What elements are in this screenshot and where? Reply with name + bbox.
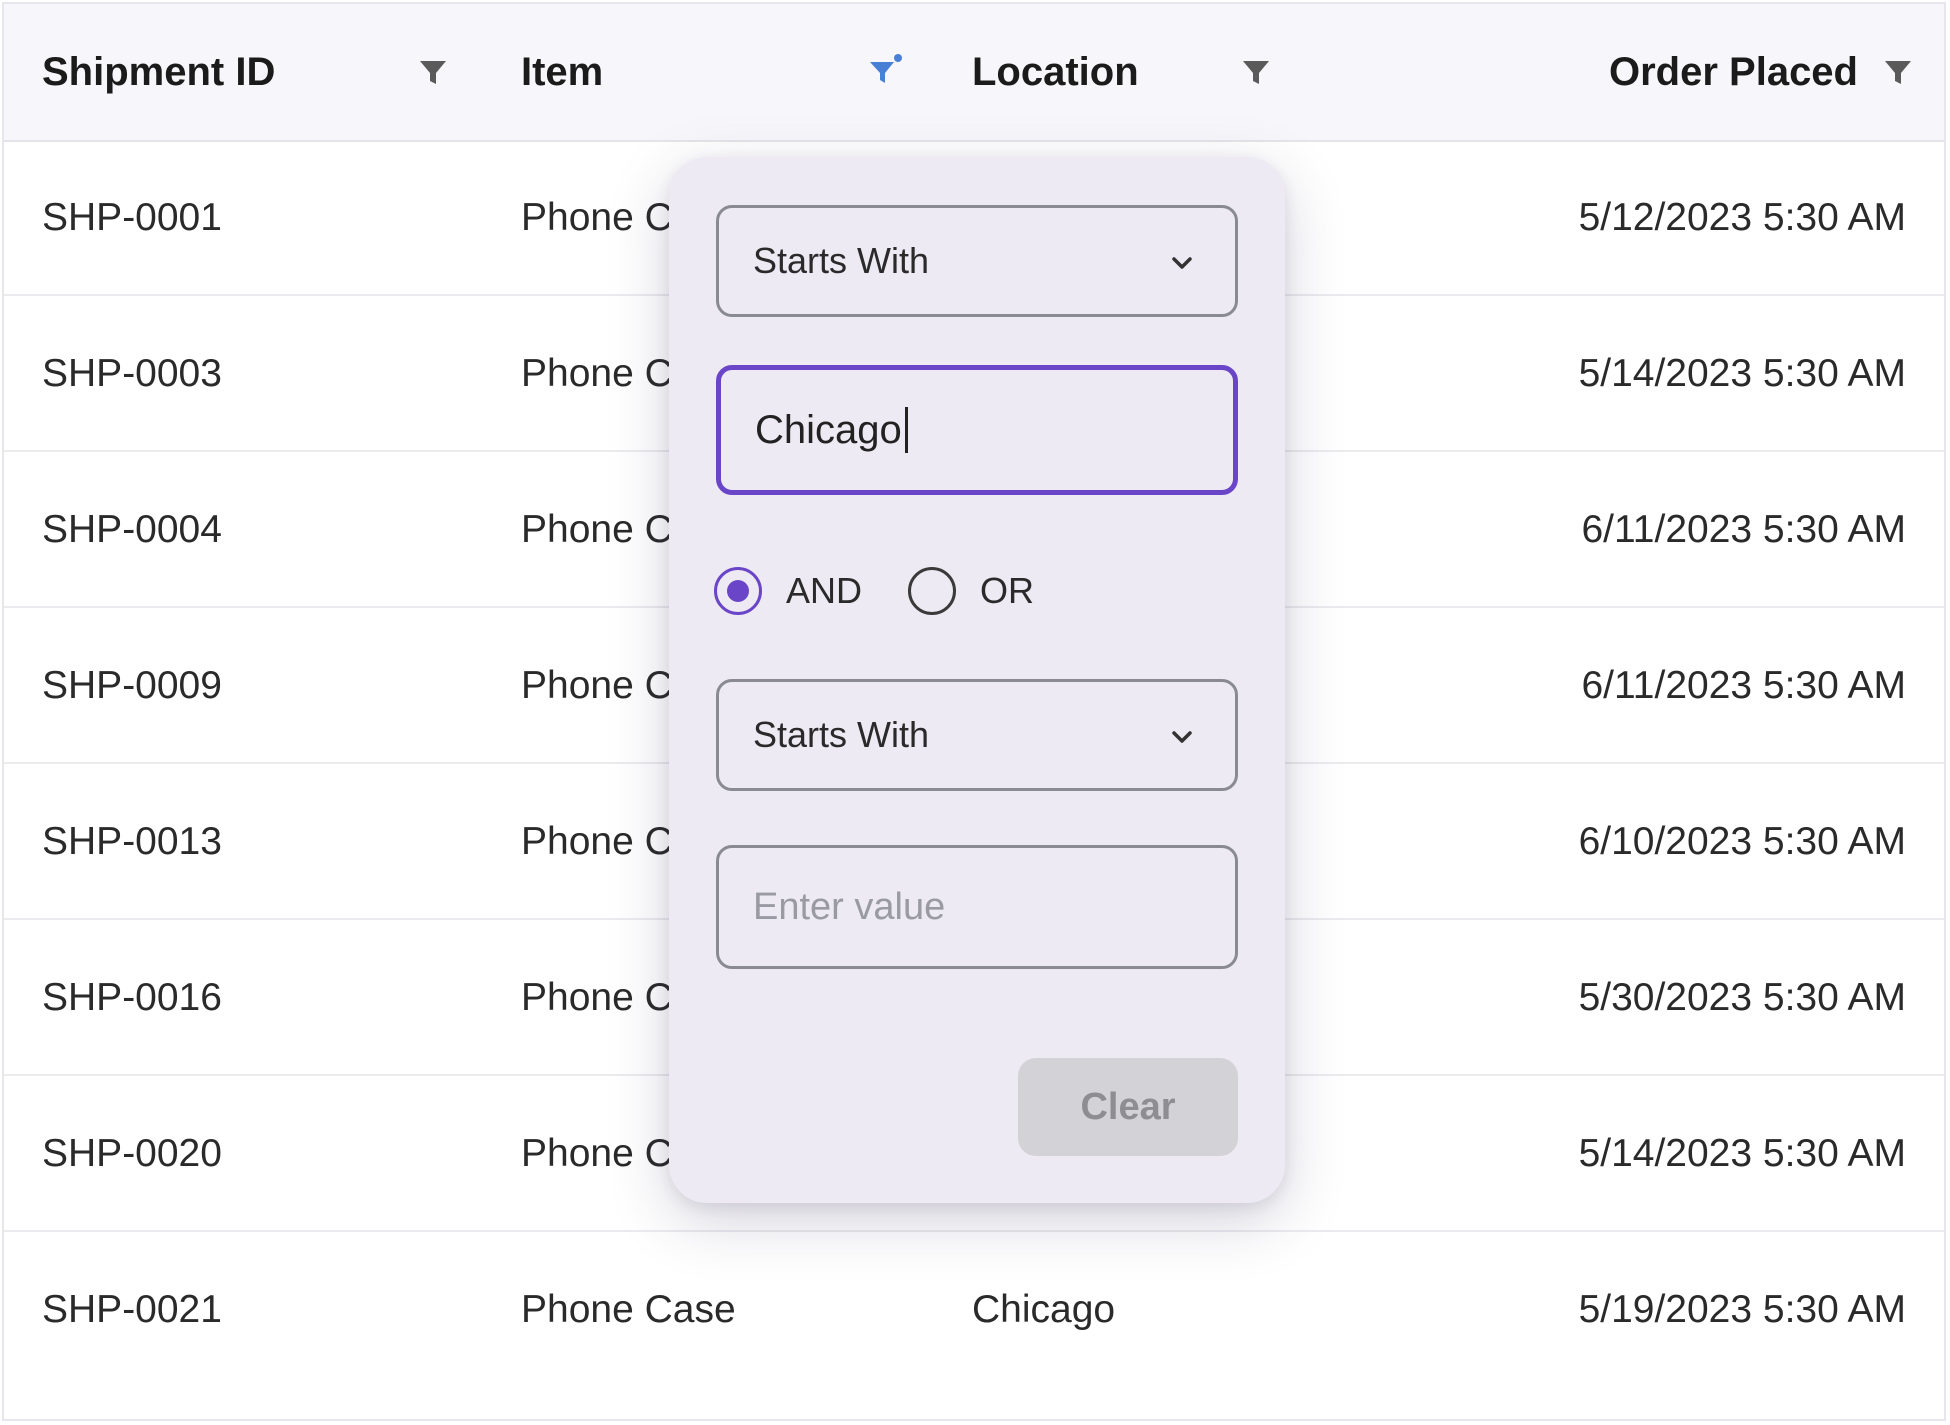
cell-item: Phone Case [521,1288,736,1331]
condition2-operator-select[interactable]: Starts With [716,679,1238,791]
column-header-label: Shipment ID [42,49,276,94]
cell-shipment-id: SHP-0013 [42,820,222,863]
radio-label: OR [980,570,1035,611]
filter-active-icon[interactable] [866,52,906,92]
filter-popup: Starts With Chicago AND OR Starts With E… [669,157,1285,1203]
radio-label: AND [786,570,863,611]
condition1-value-input[interactable]: Chicago [716,365,1238,495]
column-header-location[interactable]: Location [972,4,1139,140]
cell-shipment-id: SHP-0016 [42,976,222,1019]
cell-order-placed: 6/11/2023 5:30 AM [1581,664,1906,707]
filter-icon[interactable] [415,54,451,90]
cell-order-placed: 5/12/2023 5:30 AM [1578,196,1906,239]
cell-item: Phone C [521,820,673,863]
table-row[interactable]: SHP-0021 Phone Case Chicago 5/19/2023 5:… [4,1234,1944,1388]
radio-and[interactable]: AND [714,567,862,615]
cell-order-placed: 5/14/2023 5:30 AM [1578,1132,1906,1175]
cell-shipment-id: SHP-0009 [42,664,222,707]
radio-unchecked-icon[interactable] [908,567,957,615]
data-grid: Shipment ID Item Location Order Placed S… [2,2,1946,1421]
column-header-order-placed[interactable]: Order Placed [1609,4,1858,140]
cell-item: Phone C [521,352,673,395]
logic-radio-group: AND OR [714,561,1080,621]
filter-icon[interactable] [1238,54,1274,90]
cell-shipment-id: SHP-0004 [42,508,222,551]
filter-icon[interactable] [1880,54,1916,90]
cell-item: Phone C [521,196,673,239]
column-header-shipment-id[interactable]: Shipment ID [42,4,275,140]
radio-checked-icon[interactable] [714,567,762,615]
chevron-down-icon [1172,731,1192,743]
chevron-down-icon [1172,257,1192,269]
cell-order-placed: 5/30/2023 5:30 AM [1578,976,1906,1019]
cell-shipment-id: SHP-0003 [42,352,222,395]
cell-item: Phone C [521,976,673,1019]
cell-order-placed: 5/14/2023 5:30 AM [1578,352,1906,395]
cell-order-placed: 5/19/2023 5:30 AM [1578,1288,1906,1331]
column-header-label: Item [521,49,604,94]
radio-or[interactable]: OR [908,567,1034,615]
cell-location: Chicago [972,1288,1116,1331]
condition2-value-input[interactable]: Enter value [716,845,1238,969]
grid-header-row: Shipment ID Item Location Order Placed [4,4,1944,142]
column-header-label: Order Placed [1608,49,1858,94]
cell-item: Phone C [521,664,673,707]
cell-order-placed: 6/10/2023 5:30 AM [1578,820,1906,863]
clear-button[interactable]: Clear [1018,1058,1238,1156]
condition1-operator-value: Starts With [753,240,930,281]
text-caret [904,407,908,453]
condition1-value-text: Chicago [755,407,902,452]
condition2-operator-value: Starts With [753,714,930,755]
column-header-item[interactable]: Item [521,4,603,140]
cell-shipment-id: SHP-0021 [42,1288,222,1331]
cell-order-placed: 6/11/2023 5:30 AM [1581,508,1906,551]
condition1-operator-select[interactable]: Starts With [716,205,1238,317]
cell-item: Phone C [521,508,673,551]
cell-shipment-id: SHP-0001 [42,196,222,239]
condition2-value-placeholder: Enter value [753,885,946,928]
cell-item: Phone C [521,1132,673,1175]
cell-shipment-id: SHP-0020 [42,1132,222,1175]
column-header-label: Location [972,49,1139,94]
